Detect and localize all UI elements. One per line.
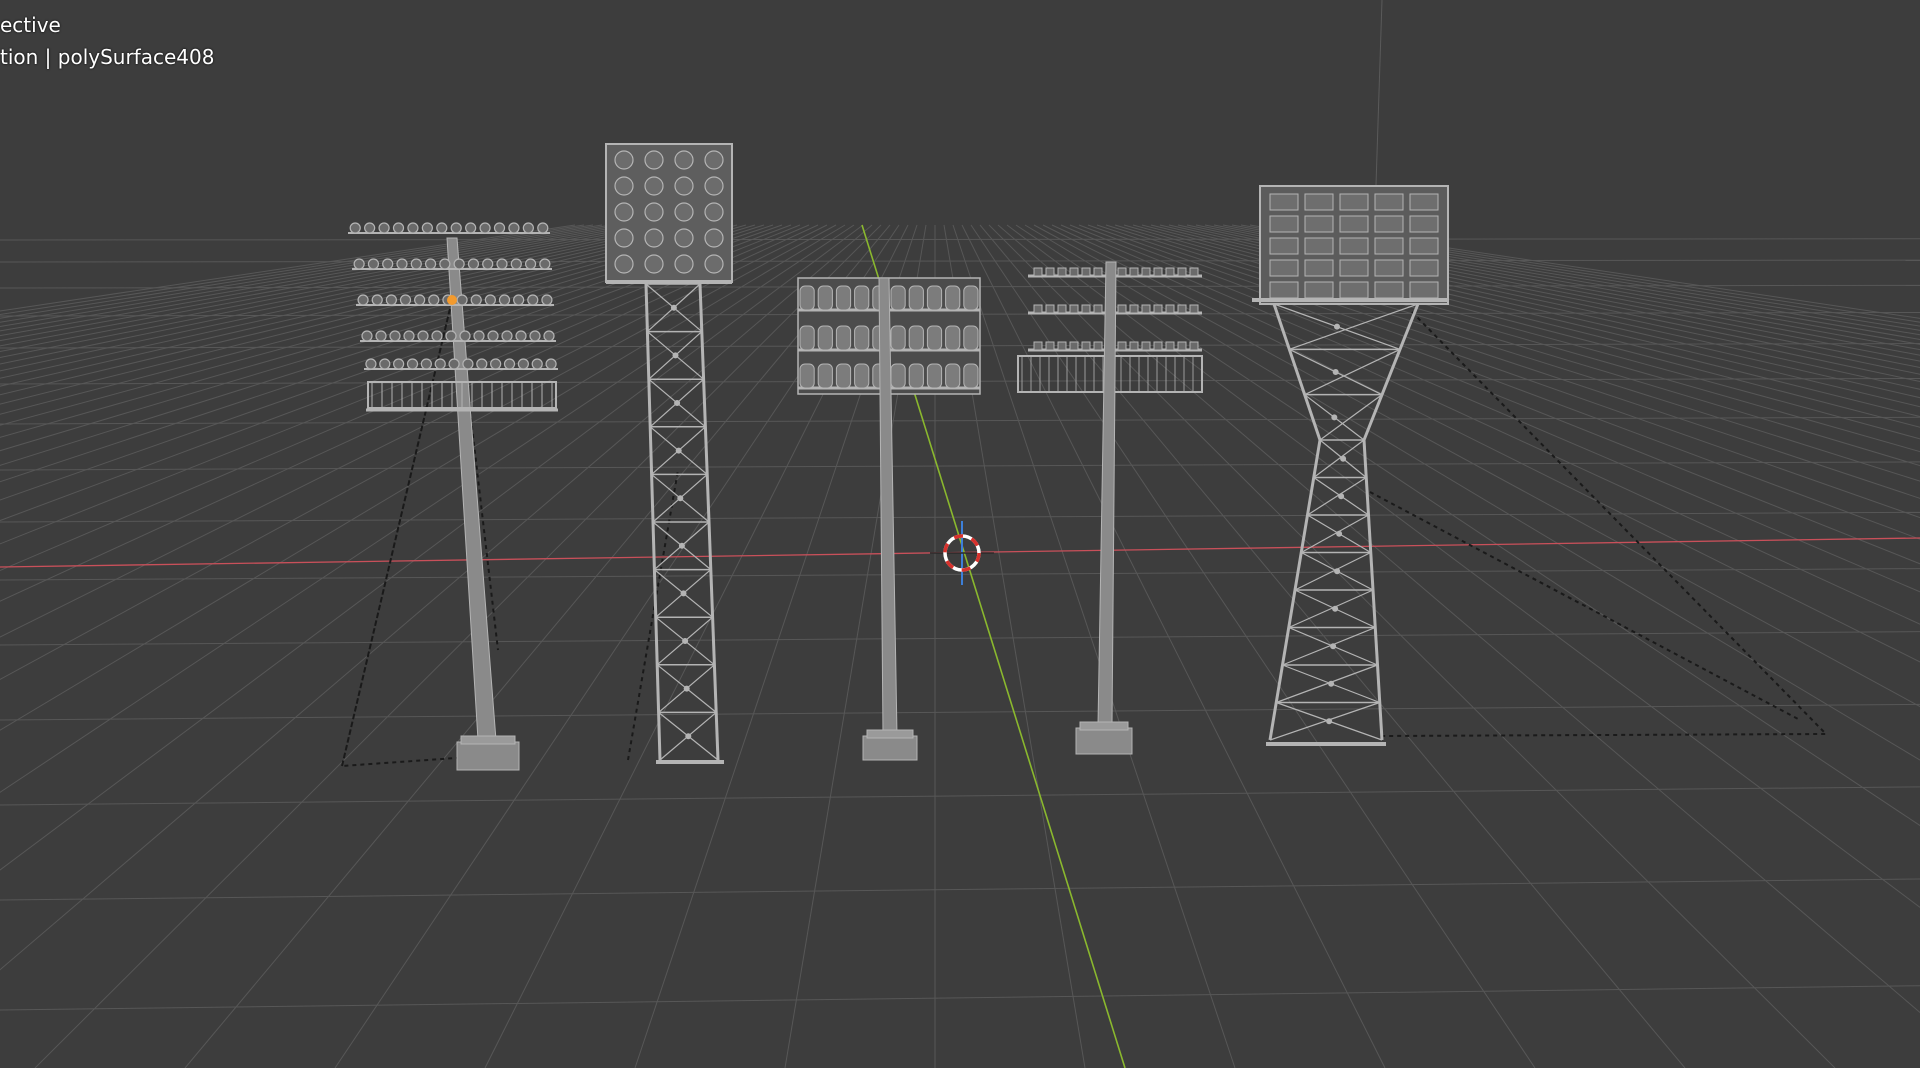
active-object-info: tion | polySurface408 [0,45,215,69]
viewport-scene[interactable] [0,0,1920,1068]
floodlight-lattice-tower-2[interactable] [605,143,733,764]
floodlight-lattice-tower-5[interactable] [1252,185,1829,746]
z-axis-line [1375,0,1383,186]
3d-viewport[interactable]: ective tion | polySurface408 [0,0,1920,1068]
floodlight-pole-tapered-1[interactable] [340,222,558,771]
view-name-label: ective [0,13,61,37]
object-origin-icon[interactable] [447,295,457,305]
3d-cursor-icon[interactable] [930,521,994,585]
floodlight-pole-3[interactable] [797,277,981,761]
